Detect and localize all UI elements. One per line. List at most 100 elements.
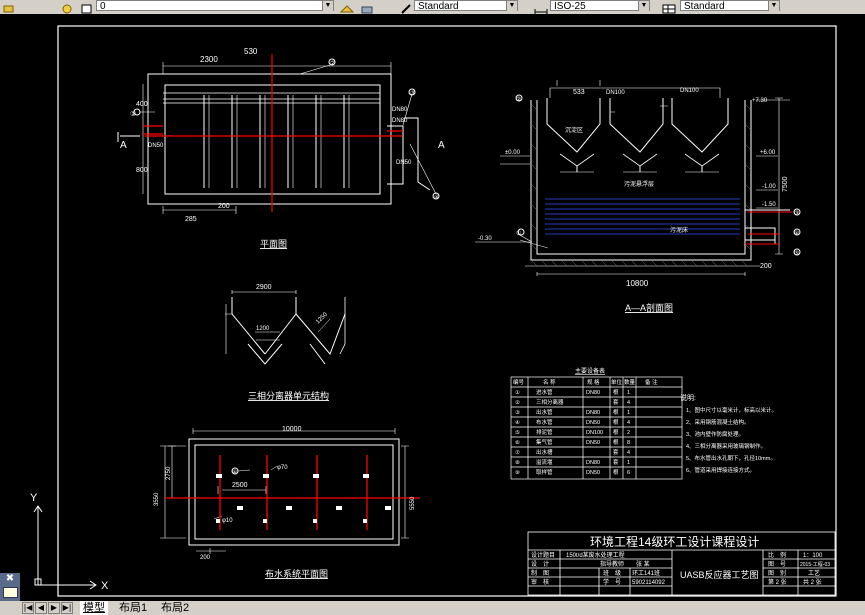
plan-callout-3: ③	[410, 90, 415, 97]
close-icon[interactable]: ✖	[0, 573, 20, 585]
text-style-icon[interactable]	[400, 0, 414, 14]
title-block-right-label: 图 别	[768, 569, 786, 577]
sun-icon[interactable]	[60, 0, 74, 14]
separator-detail	[225, 290, 346, 365]
drawing-canvas[interactable]: 2300 530 400 800 200 285 DN50 DN80 DN50 …	[0, 14, 865, 601]
parts-row-qty: 1	[627, 410, 630, 416]
layer-prev-icon[interactable]	[360, 0, 374, 14]
layer-dropdown[interactable]: 0 ▼	[96, 0, 334, 12]
parts-row-no: ②	[515, 399, 520, 406]
title-block-right-label: 第 2 张	[768, 578, 787, 586]
parts-row-no: ①	[515, 389, 520, 396]
section-dim-10800: 10800	[626, 279, 649, 288]
title-block-drawing-name: UASB反应器工艺图	[680, 569, 759, 580]
parts-header-spec: 规 格	[587, 378, 600, 386]
notes-line: 4、三相分离器采用玻璃钢制作。	[686, 442, 766, 450]
parts-row-name: 排泥管	[536, 428, 553, 436]
layout-tab-bar: |◀ ◀ ▶ ▶| 模型 布局1 布局2	[0, 601, 865, 615]
layer-states-icon[interactable]	[339, 0, 355, 13]
distribution-dim-3550: 3550	[154, 492, 160, 506]
parts-row-unit: 根	[613, 408, 619, 416]
parts-row-name: 出水管	[536, 408, 553, 416]
parts-row-unit: 根	[613, 418, 619, 426]
distribution-dim-10000: 10000	[282, 426, 302, 433]
title-block-mid-cell: 5902114092	[632, 580, 666, 586]
dim-style-icon[interactable]	[534, 0, 548, 14]
notes-line: 6、管道采用焊接连接方式。	[686, 466, 755, 474]
title-block-right-value: 共 2 张	[803, 578, 822, 586]
notes-line: 2、采用钢筋混凝土结构。	[686, 418, 750, 426]
parts-row-unit: 套	[613, 398, 619, 406]
plan-section-mark-left: A	[120, 140, 127, 151]
plan-pipe-label-2: DN80	[392, 107, 408, 113]
section-view	[475, 80, 801, 276]
parts-row-spec: DN80	[586, 460, 600, 466]
section-elev-2: +6.00	[760, 150, 776, 156]
parts-row-spec: DN50	[586, 470, 600, 476]
color-icon[interactable]	[80, 0, 94, 14]
distribution-label-phi70: φ70	[277, 465, 288, 471]
parts-table-title: 主要设备表	[575, 367, 605, 375]
section-label-sludge-blanket: 污泥悬浮层	[624, 180, 654, 188]
parts-row-qty: 4	[627, 450, 630, 456]
parts-row-no: ⑧	[515, 459, 520, 466]
parts-header-name: 名 称	[543, 378, 556, 386]
prev-tab-button[interactable]: ◀	[35, 602, 47, 614]
parts-header-unit: 单位	[611, 378, 623, 386]
parts-row-qty: 4	[627, 400, 630, 406]
distribution-red-pipes	[165, 455, 420, 530]
parts-row-name: 出水槽	[536, 448, 553, 456]
distribution-dim-5550: 5550	[410, 496, 416, 510]
title-block-left-cell: 设 计	[531, 560, 549, 568]
plan-dim-800: 800	[136, 167, 148, 174]
ucs-icon	[33, 505, 97, 590]
section-label-pipe-2: DN100	[680, 88, 699, 94]
plan-dim-530: 530	[244, 47, 258, 56]
parts-row-no: ⑥	[515, 439, 520, 446]
parts-row-no: ④	[515, 419, 520, 426]
dock-panel[interactable]: ✖	[0, 573, 20, 601]
tab-layout1[interactable]: 布局1	[116, 601, 150, 615]
table-style-icon[interactable]	[662, 0, 676, 14]
dim-style-value: ISO-25	[554, 1, 586, 12]
parts-row-qty: 6	[627, 470, 630, 476]
tab-model[interactable]: 模型	[80, 601, 108, 615]
distribution-callout: ④	[232, 469, 237, 476]
chevron-down-icon: ▼	[322, 1, 333, 11]
dim-style-dropdown[interactable]: ISO-25 ▼	[550, 0, 650, 12]
section-dim-200: 200	[760, 263, 772, 270]
parts-header-note: 备 注	[645, 378, 658, 386]
plan-pipe-label-1: DN50	[148, 143, 164, 149]
title-block-left-cell: 设计题目	[531, 551, 555, 559]
separator-dim-2900: 2900	[256, 284, 272, 291]
section-label-sludge-bed: 污泥床	[670, 226, 688, 234]
text-style-dropdown[interactable]: Standard ▼	[414, 0, 518, 12]
plan-dim-285: 285	[185, 216, 197, 223]
layer-icon[interactable]	[2, 0, 16, 13]
table-style-dropdown[interactable]: Standard ▼	[680, 0, 780, 12]
plan-red-axis	[143, 54, 403, 212]
parts-row-unit: 根	[613, 468, 619, 476]
separator-title: 三相分离器单元结构	[248, 390, 329, 401]
parts-row-no: ③	[515, 409, 520, 416]
first-tab-button[interactable]: |◀	[22, 602, 34, 614]
next-tab-button[interactable]: ▶	[48, 602, 60, 614]
title-block-mid-cell: 环工141班	[632, 569, 660, 577]
distribution-dim-2500: 2500	[232, 482, 248, 489]
section-elev-1: +7.30	[752, 98, 768, 104]
title-block-mid-cell: 学 号	[603, 578, 621, 586]
parts-header-no: 编号	[513, 378, 525, 386]
title-block-mid-cell: 张 某	[636, 560, 650, 568]
last-tab-button[interactable]: ▶|	[61, 602, 73, 614]
plan-dim-200: 200	[218, 203, 230, 210]
title-block-right-value: 工艺	[808, 569, 820, 577]
parts-row-name: 取样管	[536, 468, 553, 476]
tab-layout2[interactable]: 布局2	[158, 601, 192, 615]
section-title: A—A剖面图	[625, 302, 673, 313]
table-style-value: Standard	[684, 1, 725, 12]
section-elev-3: -1.00	[762, 184, 776, 190]
title-block-right-label: 图 号	[768, 561, 786, 568]
chevron-down-icon: ▼	[768, 1, 779, 11]
parts-row-spec: DN80	[586, 390, 600, 396]
layer-value: 0	[100, 1, 106, 12]
